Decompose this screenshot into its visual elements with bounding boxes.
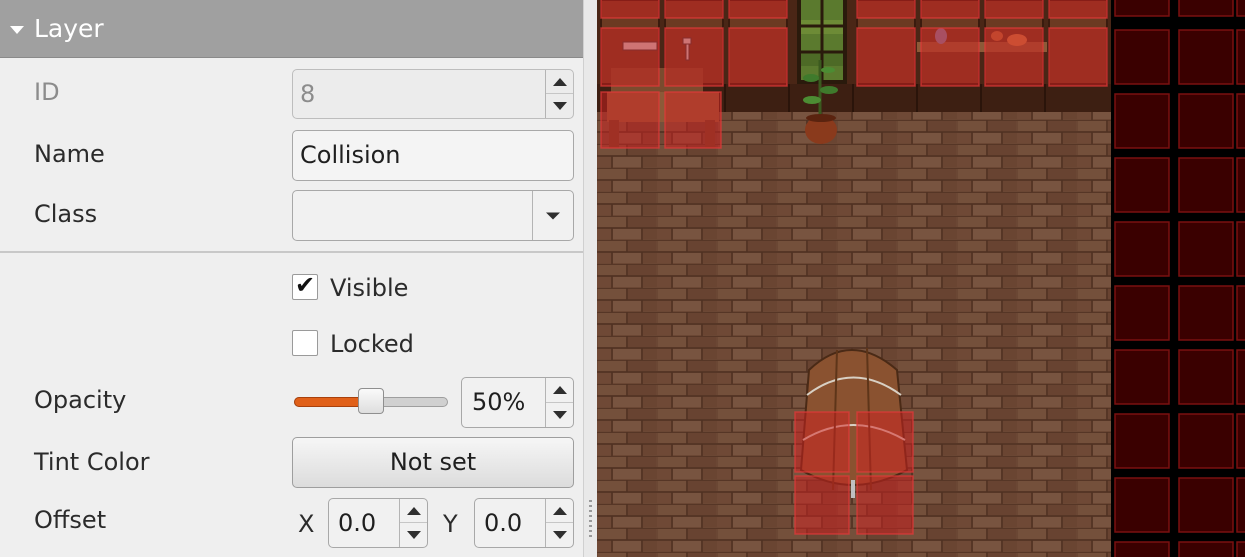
offset-x-value: 0.0 xyxy=(338,509,377,537)
opacity-spin-buttons xyxy=(545,378,573,427)
opacity-increment-button[interactable] xyxy=(546,378,573,403)
name-value: Collision xyxy=(300,141,401,169)
arrow-up-icon xyxy=(552,385,567,394)
opacity-decrement-button[interactable] xyxy=(546,403,573,428)
locked-checkbox[interactable] xyxy=(292,330,318,356)
offset-y-spinbox[interactable]: 0.0 xyxy=(474,498,574,548)
offset-x-spinbox[interactable]: 0.0 xyxy=(328,498,428,548)
offset-x-increment-button[interactable] xyxy=(400,499,427,523)
offset-y-label: Y xyxy=(443,510,458,538)
arrow-up-icon xyxy=(552,506,567,515)
offset-label: Offset xyxy=(34,506,107,534)
properties-panel: Layer ID 8 Name Collision Class ✔ Visibl… xyxy=(0,0,583,557)
chevron-down-icon xyxy=(546,212,560,219)
arrow-up-icon xyxy=(406,506,421,515)
map-view[interactable] xyxy=(597,0,1245,557)
tint-color-button[interactable]: Not set xyxy=(292,437,574,488)
name-input[interactable]: Collision xyxy=(292,130,574,181)
id-value: 8 xyxy=(300,80,316,108)
opacity-slider-handle[interactable] xyxy=(358,388,384,414)
arrow-down-icon xyxy=(552,410,567,419)
class-dropdown-button[interactable] xyxy=(532,191,573,240)
class-label: Class xyxy=(34,200,98,228)
checkmark-icon: ✔ xyxy=(295,271,316,299)
arrow-up-icon xyxy=(552,77,567,86)
tint-color-label: Tint Color xyxy=(34,448,150,476)
section-divider xyxy=(0,251,583,253)
offset-x-label: X xyxy=(298,510,315,538)
visible-checkbox[interactable]: ✔ xyxy=(292,271,318,300)
id-decrement-button[interactable] xyxy=(546,94,573,118)
id-spin-buttons xyxy=(545,70,573,118)
class-combobox[interactable] xyxy=(292,190,574,241)
offset-y-decrement-button[interactable] xyxy=(546,523,573,547)
offset-x-spin-buttons xyxy=(399,499,427,547)
opacity-spinbox[interactable]: 50% xyxy=(461,377,574,428)
panel-splitter[interactable] xyxy=(583,0,597,557)
arrow-down-icon xyxy=(406,531,421,539)
id-spinbox[interactable]: 8 xyxy=(292,69,574,119)
map-canvas[interactable] xyxy=(597,0,1245,557)
layer-section-header[interactable]: Layer xyxy=(0,0,583,58)
name-label: Name xyxy=(34,140,105,168)
locked-label[interactable]: Locked xyxy=(330,330,414,358)
opacity-label: Opacity xyxy=(34,386,127,414)
offset-y-value: 0.0 xyxy=(484,509,523,537)
collapse-triangle-icon[interactable] xyxy=(10,26,24,34)
offset-y-spin-buttons xyxy=(545,499,573,547)
arrow-down-icon xyxy=(552,531,567,539)
visible-label[interactable]: Visible xyxy=(330,274,408,302)
offset-y-increment-button[interactable] xyxy=(546,499,573,523)
arrow-down-icon xyxy=(552,102,567,110)
id-label: ID xyxy=(34,78,60,106)
section-title: Layer xyxy=(34,14,104,43)
offset-x-decrement-button[interactable] xyxy=(400,523,427,547)
opacity-value: 50% xyxy=(472,388,526,416)
splitter-grip-icon[interactable] xyxy=(589,500,592,538)
id-increment-button[interactable] xyxy=(546,70,573,94)
